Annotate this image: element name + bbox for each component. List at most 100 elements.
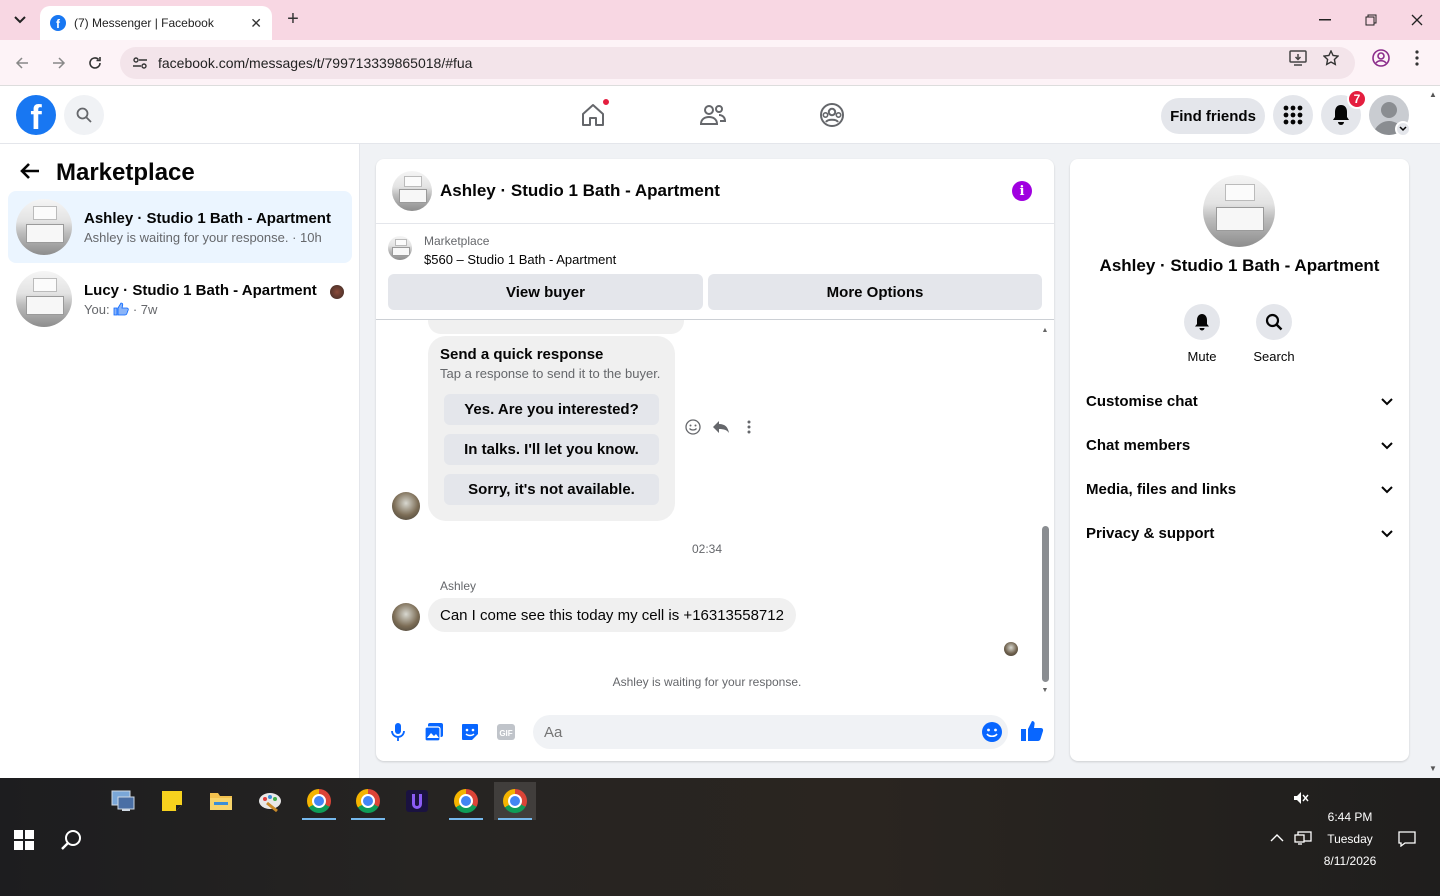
- find-friends-button[interactable]: Find friends: [1161, 98, 1265, 134]
- sticker-icon[interactable]: [459, 721, 481, 743]
- message-list[interactable]: Send a quick response Tap a response to …: [376, 320, 1054, 696]
- facebook-search-button[interactable]: [64, 95, 104, 135]
- scroll-down-icon[interactable]: ▼: [1040, 686, 1050, 694]
- back-button[interactable]: [10, 51, 34, 75]
- chat-title[interactable]: Ashley · Studio 1 Bath - Apartment: [440, 181, 720, 201]
- search-action[interactable]: Search: [1244, 304, 1304, 364]
- network-icon[interactable]: [1294, 831, 1312, 845]
- section-privacy-support[interactable]: Privacy & support: [1086, 515, 1395, 551]
- message-scrollbar[interactable]: ▲ ▼: [1040, 326, 1050, 694]
- chrome-icon: [356, 789, 380, 813]
- clock-date[interactable]: 8/11/2026: [1314, 854, 1386, 868]
- listing-title[interactable]: $560 – Studio 1 Bath - Apartment: [424, 252, 616, 267]
- taskbar-app-chrome-3[interactable]: [445, 782, 487, 820]
- info-icon[interactable]: i: [1012, 181, 1032, 201]
- taskbar-app-chrome-2[interactable]: [347, 782, 389, 820]
- reload-icon: [89, 57, 101, 69]
- more-vertical-icon: [1415, 50, 1419, 66]
- conversation-item-lucy[interactable]: Lucy · Studio 1 Bath - Apartment You: · …: [8, 263, 352, 335]
- account-chevron-button[interactable]: [1395, 121, 1411, 137]
- volume-muted-icon[interactable]: [1293, 791, 1309, 805]
- chat-avatar[interactable]: [392, 171, 432, 211]
- message-bubble[interactable]: Can I come see this today my cell is +16…: [428, 598, 796, 632]
- install-app-button[interactable]: [1288, 48, 1308, 68]
- page-scrollbar[interactable]: ▲ ▼: [1426, 86, 1440, 778]
- taskbar-search-icon[interactable]: [60, 828, 84, 852]
- site-info-icon[interactable]: [132, 55, 148, 71]
- tab-search-button[interactable]: [8, 9, 32, 31]
- browser-menu-button[interactable]: [1407, 48, 1427, 68]
- browser-tab-active[interactable]: f (7) Messenger | Facebook ✕: [40, 6, 272, 40]
- view-buyer-button[interactable]: View buyer: [388, 274, 703, 310]
- marketplace-listing-bar: Marketplace $560 – Studio 1 Bath - Apart…: [376, 224, 1054, 320]
- sender-avatar[interactable]: [392, 603, 420, 631]
- profile-button[interactable]: [1371, 48, 1391, 68]
- tab-title: (7) Messenger | Facebook: [74, 16, 214, 30]
- mute-action[interactable]: Mute: [1172, 304, 1232, 364]
- taskbar-app-chrome-1[interactable]: [298, 782, 340, 820]
- clock-time[interactable]: 6:44 PM: [1320, 810, 1380, 824]
- react-emoji-icon[interactable]: [684, 418, 702, 436]
- close-window-button[interactable]: [1394, 0, 1440, 40]
- menu-button[interactable]: [1273, 95, 1313, 135]
- notification-center-icon[interactable]: [1398, 831, 1416, 847]
- quick-response-subheading: Tap a response to send it to the buyer.: [440, 366, 661, 381]
- back-arrow-icon[interactable]: [20, 160, 40, 186]
- address-bar[interactable]: facebook.com/messages/t/799713339865018/…: [120, 47, 1355, 79]
- reply-icon[interactable]: [712, 418, 730, 436]
- mute-label: Mute: [1187, 349, 1217, 364]
- taskbar-app-file-explorer[interactable]: [200, 782, 242, 820]
- section-label: Chat members: [1086, 436, 1191, 454]
- thumbs-up-icon[interactable]: [1020, 720, 1044, 744]
- search-label: Search: [1253, 349, 1295, 364]
- computer-icon: [111, 790, 135, 811]
- chevron-down-icon: [1381, 486, 1393, 494]
- bookmark-button[interactable]: [1321, 48, 1341, 68]
- taskbar-app-sticky-notes[interactable]: [151, 782, 193, 820]
- quick-response-option[interactable]: Sorry, it's not available.: [444, 474, 659, 505]
- sticky-notes-icon: [162, 791, 182, 811]
- taskbar-app-purple[interactable]: [396, 782, 438, 820]
- clock-day[interactable]: Tuesday: [1318, 832, 1382, 846]
- quick-response-option[interactable]: In talks. I'll let you know.: [444, 434, 659, 465]
- scrollbar-thumb[interactable]: [1042, 526, 1049, 682]
- scroll-down-icon[interactable]: ▼: [1428, 764, 1438, 773]
- more-vertical-icon[interactable]: [740, 418, 758, 436]
- quick-response-option[interactable]: Yes. Are you interested?: [444, 394, 659, 425]
- facebook-logo-icon[interactable]: f: [16, 95, 56, 135]
- contact-avatar[interactable]: [1203, 175, 1275, 247]
- notifications-button[interactable]: 7: [1321, 89, 1367, 135]
- section-customise-chat[interactable]: Customise chat: [1086, 383, 1395, 419]
- minimize-button[interactable]: [1302, 0, 1348, 40]
- new-tab-button[interactable]: +: [282, 8, 304, 30]
- reload-button[interactable]: [83, 51, 107, 75]
- restore-icon: [1365, 14, 1377, 26]
- conversation-item-ashley[interactable]: Ashley · Studio 1 Bath - Apartment Ashle…: [8, 191, 352, 263]
- emoji-icon[interactable]: [981, 721, 1003, 743]
- microphone-icon[interactable]: [387, 721, 409, 743]
- gif-icon[interactable]: GIF: [495, 721, 517, 743]
- restore-button[interactable]: [1348, 0, 1394, 40]
- taskbar-app-chrome-active[interactable]: [494, 782, 536, 820]
- scroll-up-icon[interactable]: ▲: [1428, 90, 1438, 99]
- taskbar-app-paint[interactable]: [249, 782, 291, 820]
- sender-avatar[interactable]: [392, 492, 420, 520]
- taskbar-app-computer[interactable]: [102, 782, 144, 820]
- groups-nav-button[interactable]: [815, 98, 849, 132]
- install-app-icon: [1289, 50, 1307, 66]
- chevron-up-icon[interactable]: [1270, 833, 1284, 843]
- home-nav-button[interactable]: [576, 98, 610, 132]
- forward-button[interactable]: [47, 51, 71, 75]
- scroll-up-icon[interactable]: ▲: [1040, 326, 1050, 334]
- tab-close-icon[interactable]: ✕: [250, 15, 262, 32]
- message-input[interactable]: [533, 715, 1008, 749]
- folder-icon: [210, 793, 232, 810]
- section-media-files-links[interactable]: Media, files and links: [1086, 471, 1395, 507]
- photo-attach-icon[interactable]: [423, 721, 445, 743]
- more-options-button[interactable]: More Options: [708, 274, 1042, 310]
- friends-nav-button[interactable]: [696, 98, 730, 132]
- profile-icon: [1372, 49, 1390, 67]
- section-chat-members[interactable]: Chat members: [1086, 427, 1395, 463]
- bell-icon: [1195, 314, 1209, 331]
- windows-start-icon[interactable]: [14, 830, 34, 850]
